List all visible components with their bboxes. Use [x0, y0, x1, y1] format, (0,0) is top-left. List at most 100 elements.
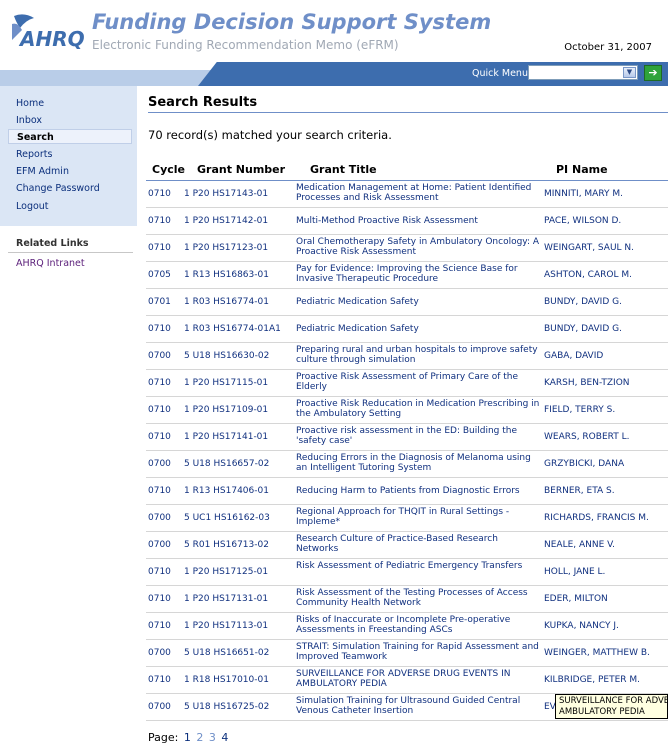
cell-grant-number[interactable]: 1 P20 HS17123-01 — [184, 243, 268, 253]
cell-grant-number[interactable]: 1 R13 HS16863-01 — [184, 270, 269, 280]
cell-pi-name[interactable]: HOLL, JANE L. — [544, 567, 605, 577]
cell-grant-title[interactable]: Risk Assessment of Pediatric Emergency T… — [296, 561, 542, 571]
cell-cycle[interactable]: 0700 — [148, 513, 171, 523]
cell-grant-number[interactable]: 5 U18 HS16657-02 — [184, 459, 269, 469]
cell-pi-name[interactable]: BERNER, ETA S. — [544, 486, 615, 496]
cell-grant-title[interactable]: Proactive risk assessment in the ED: Bui… — [296, 426, 542, 446]
cell-grant-number[interactable]: 1 R03 HS16774-01A1 — [184, 324, 281, 334]
cell-pi-name[interactable]: WEARS, ROBERT L. — [544, 432, 629, 442]
cell-grant-title[interactable]: STRAIT: Simulation Training for Rapid As… — [296, 642, 542, 662]
cell-pi-name[interactable]: GABA, DAVID — [544, 351, 603, 361]
cell-grant-number[interactable]: 1 P20 HS17109-01 — [184, 405, 268, 415]
column-header-grant-title[interactable]: Grant Title — [310, 163, 377, 176]
table-row[interactable]: 0710 1 P20 HS17131-01 Risk Assessment of t… — [146, 586, 668, 613]
table-row[interactable]: 0710 1 R13 HS17406-01 Reducing Harm to Pat… — [146, 478, 668, 505]
cell-grant-title[interactable]: Pediatric Medication Safety — [296, 297, 542, 307]
cell-pi-name[interactable]: WEINGER, MATTHEW B. — [544, 648, 650, 658]
cell-grant-title[interactable]: Pediatric Medication Safety — [296, 324, 542, 334]
cell-grant-number[interactable]: 1 P20 HS17141-01 — [184, 432, 268, 442]
cell-grant-title[interactable]: Multi-Method Proactive Risk Assessment — [296, 216, 542, 226]
cell-pi-name[interactable]: WEINGART, SAUL N. — [544, 243, 634, 253]
cell-pi-name[interactable]: BUNDY, DAVID G. — [544, 297, 622, 307]
table-row[interactable]: 0710 1 P20 HS17123-01 Oral Chemotherapy Sa… — [146, 235, 668, 262]
cell-grant-title[interactable]: Preparing rural and urban hospitals to i… — [296, 345, 542, 365]
column-header-pi-name[interactable]: PI Name — [556, 163, 608, 176]
table-row[interactable]: 0710 1 P20 HS17109-01 Proactive Risk Reduc… — [146, 397, 668, 424]
cell-pi-name[interactable]: EDER, MILTON — [544, 594, 608, 604]
sidebar-item-search[interactable]: Search — [8, 129, 132, 144]
table-row[interactable]: 0710 1 R03 HS16774-01A1 Pediatric Medicati… — [146, 316, 668, 343]
table-row[interactable]: 0700 5 U18 HS16657-02 Reducing Errors in t… — [146, 451, 668, 478]
cell-cycle[interactable]: 0710 — [148, 432, 171, 442]
cell-cycle[interactable]: 0700 — [148, 459, 171, 469]
cell-grant-title[interactable]: Reducing Harm to Patients from Diagnosti… — [296, 486, 542, 496]
cell-cycle[interactable]: 0705 — [148, 270, 171, 280]
cell-pi-name[interactable]: BUNDY, DAVID G. — [544, 324, 622, 334]
cell-grant-number[interactable]: 5 U18 HS16651-02 — [184, 648, 269, 658]
cell-cycle[interactable]: 0701 — [148, 297, 171, 307]
sidebar-item-home[interactable]: Home — [8, 96, 132, 111]
cell-cycle[interactable]: 0710 — [148, 405, 171, 415]
cell-grant-number[interactable]: 1 R03 HS16774-01 — [184, 297, 269, 307]
table-row[interactable]: 0701 1 R03 HS16774-01 Pediatric Medication… — [146, 289, 668, 316]
quick-menu-select[interactable]: ▼ — [528, 65, 638, 80]
cell-grant-title[interactable]: SURVEILLANCE FOR ADVERSE DRUG EVENTS IN … — [296, 669, 542, 689]
cell-grant-title[interactable]: Risks of Inaccurate or Incomplete Pre-op… — [296, 615, 542, 635]
sidebar-item-logout[interactable]: Logout — [8, 199, 132, 214]
cell-grant-title[interactable]: Research Culture of Practice-Based Resea… — [296, 534, 542, 554]
cell-grant-number[interactable]: 1 P20 HS17115-01 — [184, 378, 268, 388]
cell-grant-number[interactable]: 5 R01 HS16713-02 — [184, 540, 269, 550]
cell-cycle[interactable]: 0710 — [148, 594, 171, 604]
cell-cycle[interactable]: 0700 — [148, 540, 171, 550]
cell-pi-name[interactable]: KARSH, BEN-TZION — [544, 378, 630, 388]
cell-pi-name[interactable]: KUPKA, NANCY J. — [544, 621, 619, 631]
cell-pi-name[interactable]: FIELD, TERRY S. — [544, 405, 615, 415]
cell-grant-title[interactable]: Proactive Risk Assessment of Primary Car… — [296, 372, 542, 392]
table-row[interactable]: 0710 1 P20 HS17125-01 Risk Assessment of P… — [146, 559, 668, 586]
cell-pi-name[interactable]: RICHARDS, FRANCIS M. — [544, 513, 649, 523]
cell-grant-number[interactable]: 1 P20 HS17142-01 — [184, 216, 268, 226]
cell-grant-title[interactable]: Oral Chemotherapy Safety in Ambulatory O… — [296, 237, 542, 257]
cell-pi-name[interactable]: ASHTON, CAROL M. — [544, 270, 632, 280]
cell-cycle[interactable]: 0710 — [148, 189, 171, 199]
page-link-2[interactable]: 2 — [196, 731, 203, 744]
cell-cycle[interactable]: 0710 — [148, 621, 171, 631]
cell-grant-number[interactable]: 1 R18 HS17010-01 — [184, 675, 269, 685]
cell-cycle[interactable]: 0700 — [148, 351, 171, 361]
table-row[interactable]: 0710 1 P20 HS17142-01 Multi-Method Proacti… — [146, 208, 668, 235]
sidebar-item-inbox[interactable]: Inbox — [8, 113, 132, 128]
cell-grant-number[interactable]: 5 UC1 HS16162-03 — [184, 513, 270, 523]
cell-pi-name[interactable]: NEALE, ANNE V. — [544, 540, 615, 550]
cell-cycle[interactable]: 0710 — [148, 243, 171, 253]
table-row[interactable]: 0700 5 U18 HS16651-02 STRAIT: Simulation T… — [146, 640, 668, 667]
cell-grant-number[interactable]: 5 U18 HS16630-02 — [184, 351, 269, 361]
related-link-ahrq-intranet[interactable]: AHRQ Intranet — [16, 258, 85, 269]
cell-grant-title[interactable]: Medication Management at Home: Patient I… — [296, 183, 542, 203]
cell-cycle[interactable]: 0700 — [148, 648, 171, 658]
cell-grant-number[interactable]: 1 P20 HS17143-01 — [184, 189, 268, 199]
cell-grant-title[interactable]: Risk Assessment of the Testing Processes… — [296, 588, 542, 608]
page-link-4[interactable]: 4 — [221, 731, 228, 744]
table-row[interactable]: 0700 5 UC1 HS16162-03 Regional Approach fo… — [146, 505, 668, 532]
cell-pi-name[interactable]: GRZYBICKI, DANA — [544, 459, 624, 469]
cell-pi-name[interactable]: PACE, WILSON D. — [544, 216, 621, 226]
table-row[interactable]: 0710 1 P20 HS17115-01 Proactive Risk Asses… — [146, 370, 668, 397]
sidebar-item-reports[interactable]: Reports — [8, 147, 132, 162]
sidebar-item-efm-admin[interactable]: EFM Admin — [8, 164, 132, 179]
cell-cycle[interactable]: 0710 — [148, 216, 171, 226]
cell-cycle[interactable]: 0710 — [148, 378, 171, 388]
column-header-cycle[interactable]: Cycle — [152, 163, 185, 176]
sidebar-item-change-password[interactable]: Change Password — [8, 181, 132, 196]
page-link-3[interactable]: 3 — [209, 731, 216, 744]
cell-grant-number[interactable]: 1 P20 HS17131-01 — [184, 594, 268, 604]
go-button[interactable]: ➔ — [644, 65, 662, 81]
cell-cycle[interactable]: 0710 — [148, 567, 171, 577]
column-header-grant-number[interactable]: Grant Number — [197, 163, 285, 176]
table-row[interactable]: 0700 5 U18 HS16630-02 Preparing rural and … — [146, 343, 668, 370]
cell-cycle[interactable]: 0710 — [148, 324, 171, 334]
cell-pi-name[interactable]: MINNITI, MARY M. — [544, 189, 623, 199]
cell-grant-number[interactable]: 1 P20 HS17113-01 — [184, 621, 268, 631]
cell-grant-title[interactable]: Pay for Evidence: Improving the Science … — [296, 264, 542, 284]
ahrq-logo[interactable]: AHRQ — [8, 10, 84, 54]
table-row[interactable]: 0710 1 R18 HS17010-01 SURVEILLANCE FOR ADV… — [146, 667, 668, 694]
